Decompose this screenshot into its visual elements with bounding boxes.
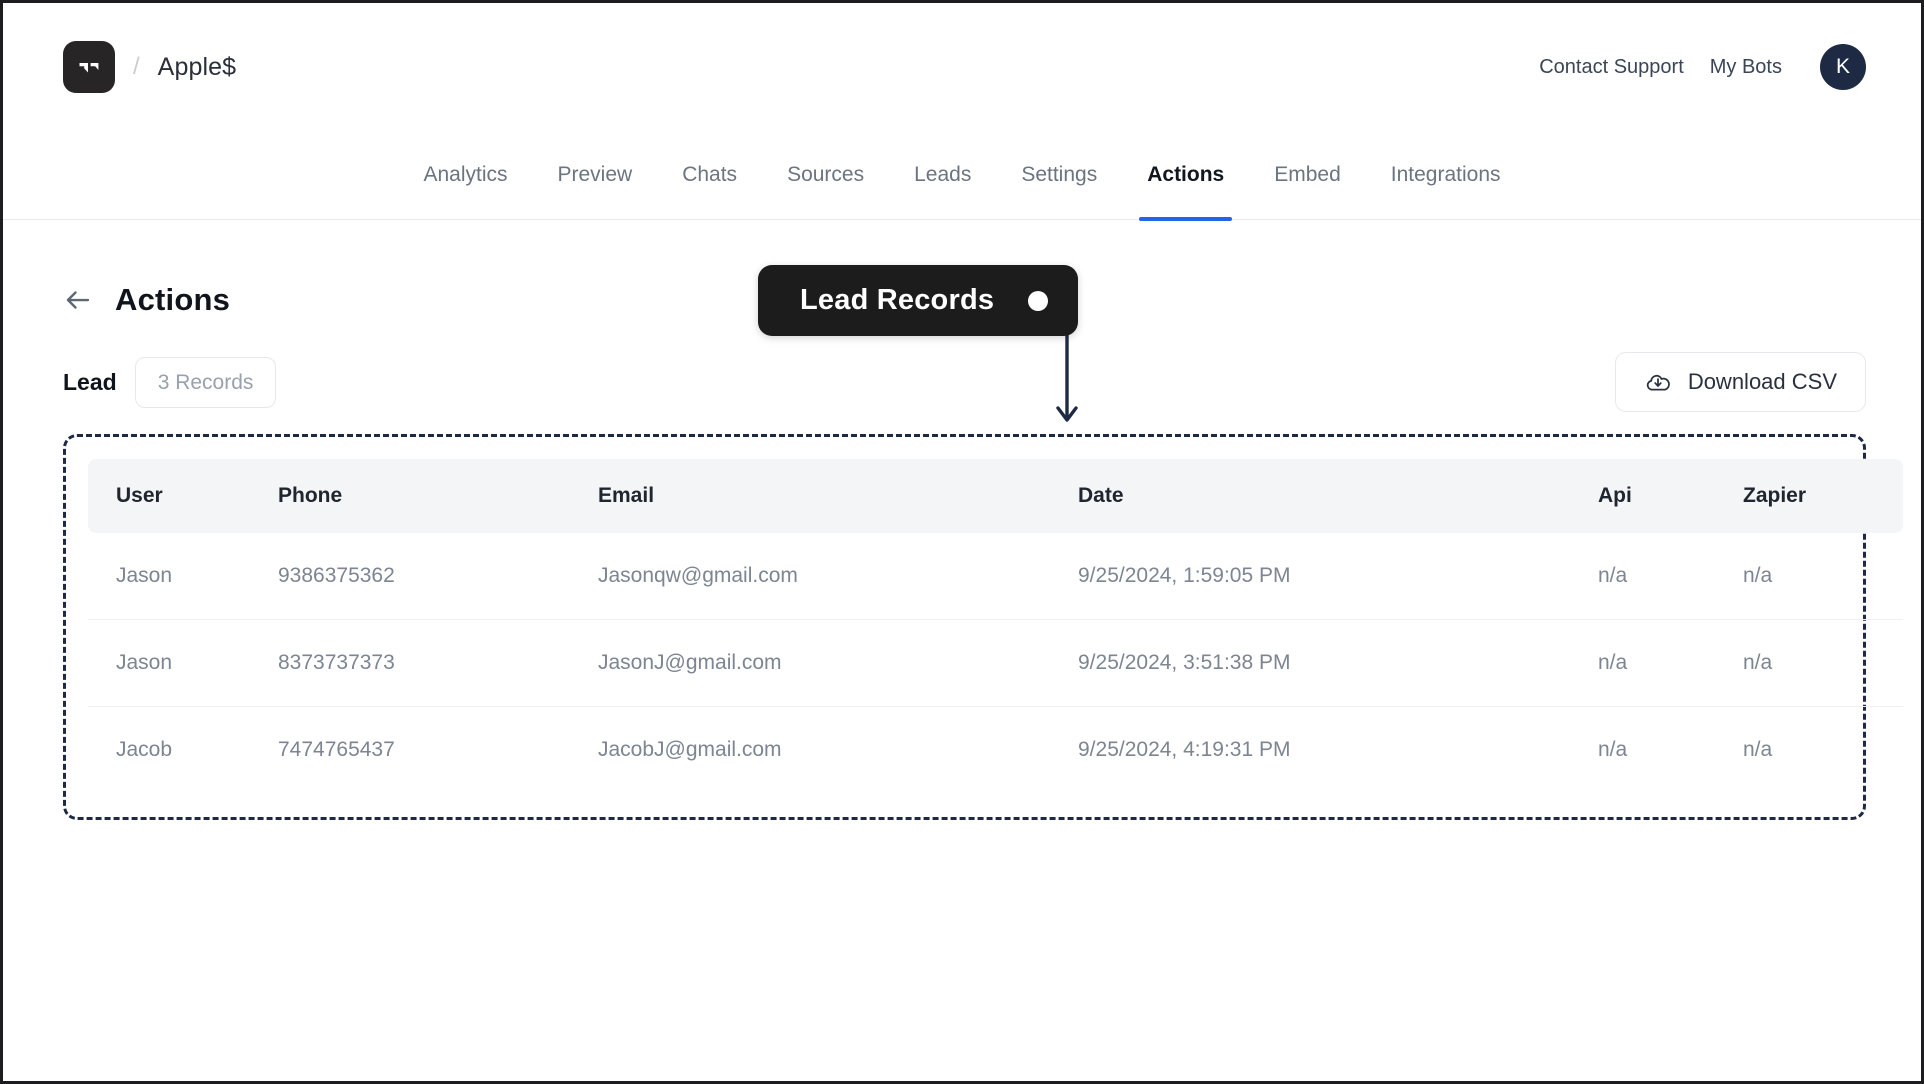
tab-analytics[interactable]: Analytics bbox=[398, 131, 532, 219]
top-bar: / Apple$ Contact Support My Bots K bbox=[3, 3, 1921, 131]
records-toolbar: Lead 3 Records Download CSV bbox=[63, 352, 1866, 412]
cell-user: Jason bbox=[88, 619, 278, 707]
cell-phone: 8373737373 bbox=[278, 619, 598, 707]
download-csv-button[interactable]: Download CSV bbox=[1614, 352, 1866, 412]
table-header: User Phone Email Date Api Zapier bbox=[88, 459, 1903, 533]
breadcrumb-separator: / bbox=[133, 53, 140, 80]
cell-api: n/a bbox=[1598, 738, 1628, 761]
cloud-download-icon bbox=[1644, 368, 1672, 396]
callout-label: Lead Records bbox=[800, 284, 995, 316]
top-bar-actions: Contact Support My Bots K bbox=[1539, 44, 1866, 90]
cell-phone: 9386375362 bbox=[278, 533, 598, 620]
column-header-phone[interactable]: Phone bbox=[278, 459, 598, 533]
avatar[interactable]: K bbox=[1820, 44, 1866, 90]
lead-records-table: User Phone Email Date Api Zapier Jason 9… bbox=[88, 459, 1903, 793]
table-row[interactable]: Jason 8373737373 JasonJ@gmail.com 9/25/2… bbox=[88, 619, 1903, 707]
cell-user: Jason bbox=[88, 533, 278, 620]
tab-chats[interactable]: Chats bbox=[657, 131, 762, 219]
table-row[interactable]: Jacob 7474765437 JacobJ@gmail.com 9/25/2… bbox=[88, 707, 1903, 794]
bot-name[interactable]: Apple$ bbox=[158, 53, 236, 82]
records-count-badge[interactable]: 3 Records bbox=[134, 356, 277, 408]
breadcrumb: / Apple$ bbox=[63, 41, 236, 93]
nav-tabs: Analytics Preview Chats Sources Leads Se… bbox=[3, 131, 1921, 221]
cell-api: n/a bbox=[1598, 619, 1743, 707]
tab-sources[interactable]: Sources bbox=[762, 131, 889, 219]
lead-label: Lead bbox=[63, 368, 117, 395]
cell-zapier: n/a bbox=[1743, 738, 1773, 761]
callout-dot-icon bbox=[1028, 290, 1049, 311]
tab-actions[interactable]: Actions bbox=[1122, 131, 1249, 221]
tab-integrations[interactable]: Integrations bbox=[1366, 131, 1526, 219]
tab-preview[interactable]: Preview bbox=[533, 131, 658, 219]
table-body: Jason 9386375362 Jasonqw@gmail.com 9/25/… bbox=[88, 533, 1903, 793]
cell-zapier: n/a bbox=[1743, 533, 1903, 620]
contact-support-link[interactable]: Contact Support bbox=[1539, 56, 1684, 79]
tab-settings[interactable]: Settings bbox=[996, 131, 1122, 219]
cell-date: 9/25/2024, 3:51:38 PM bbox=[1078, 619, 1598, 707]
cell-zapier: n/a bbox=[1743, 619, 1903, 707]
bot-logo-icon[interactable] bbox=[63, 41, 115, 93]
cell-date: 9/25/2024, 1:59:05 PM bbox=[1078, 533, 1598, 620]
lead-records-callout: Lead Records bbox=[758, 265, 1079, 336]
cell-email: JacobJ@gmail.com bbox=[598, 738, 782, 761]
page-title: Actions bbox=[115, 282, 231, 317]
cell-email: JasonJ@gmail.com bbox=[598, 619, 1078, 707]
cell-user: Jacob bbox=[116, 738, 173, 761]
column-header-date[interactable]: Date bbox=[1078, 459, 1598, 533]
my-bots-link[interactable]: My Bots bbox=[1710, 56, 1782, 79]
column-header-api[interactable]: Api bbox=[1598, 459, 1743, 533]
column-header-user[interactable]: User bbox=[88, 459, 278, 533]
lead-records-region: User Phone Email Date Api Zapier Jason 9… bbox=[63, 434, 1903, 820]
app-window: / Apple$ Contact Support My Bots K Analy… bbox=[0, 0, 1924, 1084]
cell-api: n/a bbox=[1598, 533, 1743, 620]
back-arrow-icon[interactable] bbox=[63, 285, 93, 315]
table-header-row: User Phone Email Date Api Zapier bbox=[88, 459, 1903, 533]
cell-phone: 7474765437 bbox=[278, 738, 395, 761]
download-csv-label: Download CSV bbox=[1687, 369, 1837, 394]
cell-email: Jasonqw@gmail.com bbox=[598, 533, 1078, 620]
tab-embed[interactable]: Embed bbox=[1249, 131, 1366, 219]
table-row[interactable]: Jason 9386375362 Jasonqw@gmail.com 9/25/… bbox=[88, 533, 1903, 620]
column-header-email[interactable]: Email bbox=[598, 459, 1078, 533]
cell-date: 9/25/2024, 4:19:31 PM bbox=[1078, 738, 1291, 761]
tab-leads[interactable]: Leads bbox=[889, 131, 996, 219]
column-header-zapier[interactable]: Zapier bbox=[1743, 459, 1903, 533]
